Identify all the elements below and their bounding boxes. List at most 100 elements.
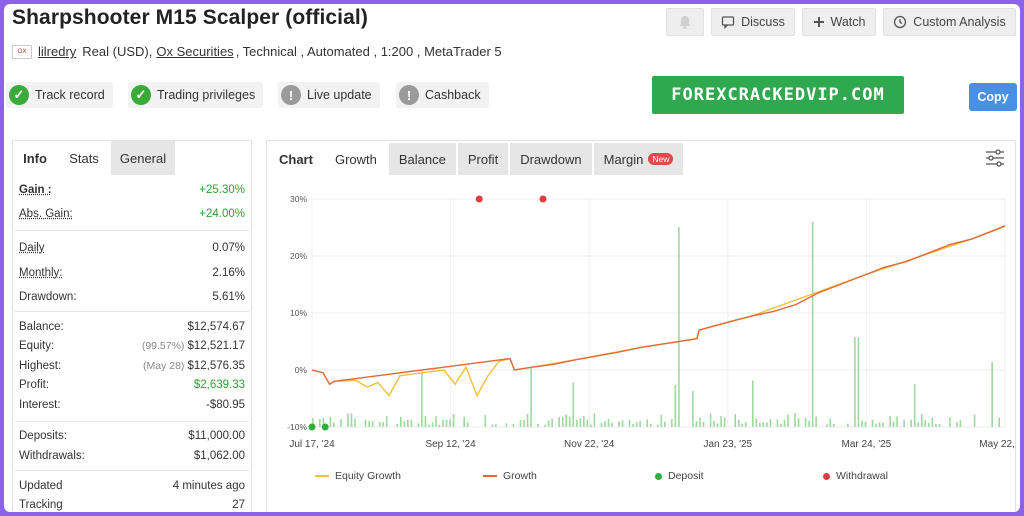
stat-value: 0.07%	[212, 242, 245, 254]
y-tick-label: 20%	[290, 251, 307, 261]
daily-bar	[445, 419, 448, 427]
daily-bar	[523, 419, 525, 427]
daily-bar	[484, 415, 487, 427]
daily-bar	[815, 416, 817, 427]
daily-bar	[547, 420, 550, 427]
y-tick-label: 30%	[290, 194, 307, 204]
daily-bar	[410, 419, 413, 427]
daily-bar	[938, 423, 941, 427]
daily-bar	[847, 423, 849, 427]
legend-deposit[interactable]: Deposit	[655, 469, 704, 483]
stat-equity-percent: (99.57%)	[141, 340, 185, 352]
stat-value: $2,639.33	[193, 379, 245, 391]
daily-bar	[561, 416, 564, 427]
daily-bar	[403, 421, 406, 427]
y-tick-label: 0%	[295, 365, 308, 375]
copy-button[interactable]: Copy	[969, 83, 1017, 111]
x-tick-label: Jul 17, '24	[289, 439, 335, 450]
daily-bar	[319, 418, 321, 427]
custom-analysis-button[interactable]: Custom Analysis	[883, 8, 1016, 36]
legend-withdrawal[interactable]: Withdrawal	[823, 469, 888, 483]
daily-bar	[998, 417, 1000, 427]
daily-bar	[737, 419, 740, 427]
daily-bar	[674, 384, 677, 427]
broker-link[interactable]: Ox Securities	[156, 44, 233, 59]
stat-value: +25.30%	[199, 184, 245, 196]
tab-balance[interactable]: Balance	[388, 143, 456, 175]
tab-profit[interactable]: Profit	[457, 143, 509, 175]
legend-line-icon	[315, 475, 329, 477]
daily-bar	[530, 367, 532, 427]
daily-bar	[428, 424, 430, 427]
daily-bar	[438, 424, 441, 427]
daily-bar	[973, 414, 976, 427]
daily-bar	[329, 417, 332, 427]
daily-bar	[769, 419, 772, 427]
stat-value: 4 minutes ago	[172, 480, 245, 492]
x-tick-label: Jan 23, '25	[703, 439, 752, 450]
daily-bar	[565, 414, 568, 427]
daily-bar	[766, 422, 768, 427]
daily-bar	[875, 423, 877, 427]
tab-info[interactable]: Info	[13, 141, 57, 175]
stat-label: Equity:	[19, 340, 55, 352]
watch-button[interactable]: Watch	[802, 8, 876, 36]
stat-profit: Profit: $2,639.33	[19, 376, 245, 394]
daily-bar	[699, 417, 701, 427]
badge-cashback[interactable]: ! Cashback	[396, 82, 489, 108]
tab-stats[interactable]: Stats	[57, 141, 111, 175]
tab-chart[interactable]: Chart	[269, 143, 323, 175]
page-frame: Sharpshooter M15 Scalper (official) Disc…	[4, 4, 1020, 512]
daily-bar	[678, 227, 680, 427]
daily-bar	[491, 424, 494, 427]
stat-monthly: Monthly: 2.16%	[19, 264, 245, 282]
legend-growth[interactable]: Growth	[483, 469, 537, 483]
exclamation-icon: !	[281, 85, 301, 105]
daily-bar	[347, 413, 349, 427]
daily-bar	[794, 413, 796, 427]
stat-value: 2.16%	[212, 267, 245, 279]
chart-tabs: Chart Growth Balance Profit Drawdown Mar…	[269, 143, 684, 175]
tab-margin[interactable]: Margin New	[593, 143, 684, 175]
daily-bar	[558, 417, 560, 427]
tab-general[interactable]: General	[111, 141, 175, 175]
daily-bar	[544, 424, 546, 427]
tab-growth[interactable]: Growth	[324, 143, 387, 175]
daily-bar	[568, 416, 571, 427]
stat-label: Abs. Gain:	[19, 208, 73, 220]
stat-interest: Interest: -$80.95	[19, 396, 245, 414]
discuss-button[interactable]: Discuss	[711, 8, 795, 36]
withdrawal-marker	[475, 195, 483, 203]
daily-bar	[350, 413, 353, 427]
badge-live-update[interactable]: ! Live update	[278, 82, 380, 108]
daily-bar	[435, 416, 437, 427]
stat-tracking: Tracking 27	[19, 496, 245, 512]
daily-bar	[449, 419, 451, 427]
stat-gain: Gain : +25.30%	[19, 181, 245, 199]
stat-label: Daily	[19, 242, 45, 254]
daily-bar	[407, 419, 409, 427]
daily-bar	[551, 418, 553, 427]
stat-label: Monthly:	[19, 267, 63, 279]
new-badge: New	[648, 153, 674, 165]
tab-margin-label: Margin	[603, 151, 644, 167]
sliders-icon[interactable]	[985, 149, 1005, 167]
custom-analysis-label: Custom Analysis	[913, 15, 1006, 29]
daily-bar	[600, 422, 603, 427]
discuss-label: Discuss	[741, 15, 785, 29]
daily-bar	[755, 418, 758, 427]
legend-equity-growth[interactable]: Equity Growth	[315, 469, 401, 483]
plus-icon	[813, 17, 824, 27]
notify-button[interactable]	[666, 8, 704, 36]
badge-track-record[interactable]: ✓ Track record	[6, 82, 113, 108]
legend-dot-icon	[655, 472, 662, 480]
author-link[interactable]: lilredry	[38, 44, 76, 59]
badge-trading-privileges[interactable]: ✓ Trading privileges	[128, 82, 264, 108]
daily-bar	[723, 417, 726, 427]
daily-bar	[649, 423, 652, 427]
daily-bar	[354, 418, 356, 427]
tab-drawdown[interactable]: Drawdown	[510, 143, 592, 175]
stat-value: $12,574.67	[187, 321, 245, 333]
daily-bar	[702, 421, 705, 427]
stat-drawdown: Drawdown: 5.61%	[19, 288, 245, 306]
